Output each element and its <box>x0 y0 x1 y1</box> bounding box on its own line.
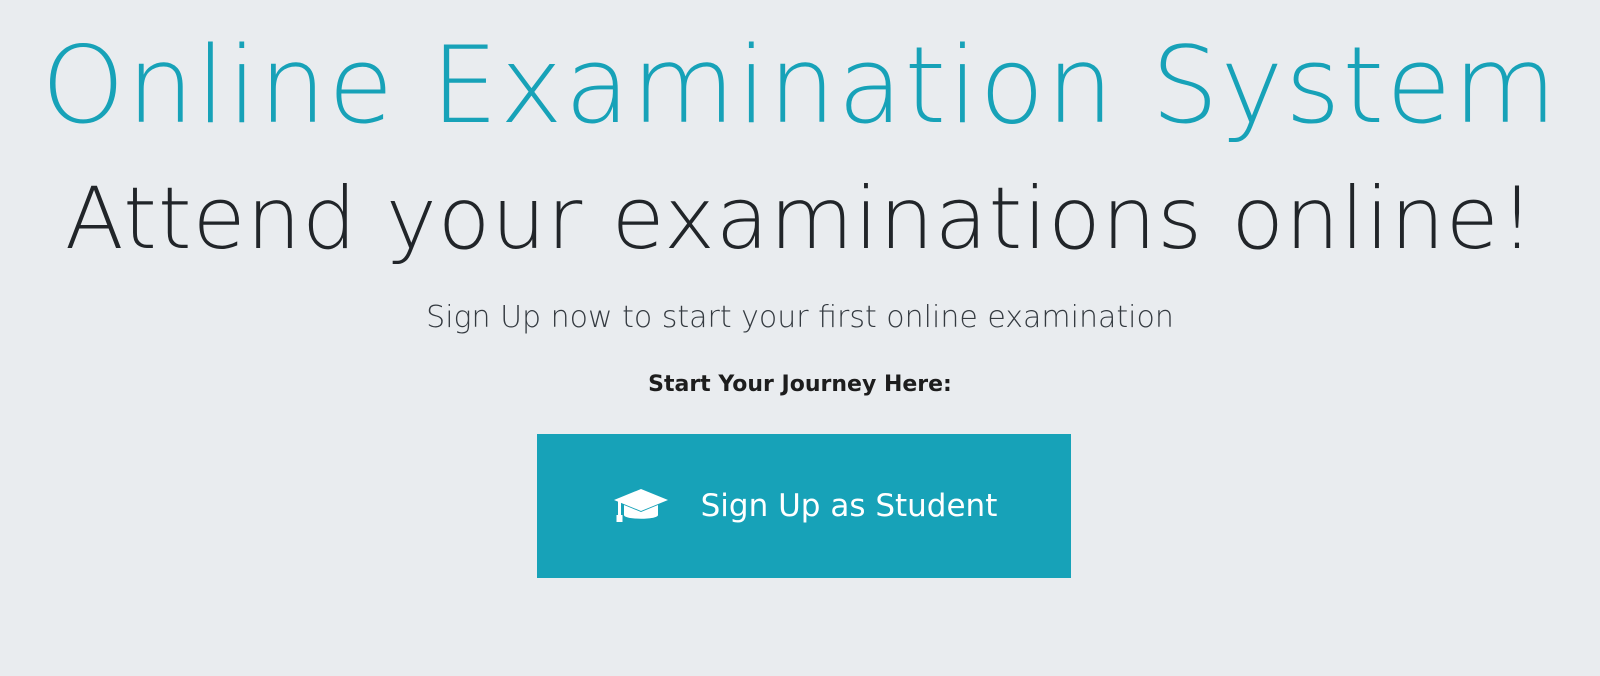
jumbotron: Online Examination System Attend your ex… <box>0 0 1600 676</box>
page-title: Online Examination System <box>41 24 1559 147</box>
journey-label: Start Your Journey Here: <box>648 372 952 397</box>
graduation-cap-icon <box>611 486 671 526</box>
lead-text: Sign Up now to start your first online e… <box>426 300 1174 335</box>
sign-up-student-label: Sign Up as Student <box>700 488 998 524</box>
sign-up-student-button[interactable]: Sign Up as Student <box>537 434 1071 578</box>
page-subtitle: Attend your examinations online! <box>64 169 1536 269</box>
